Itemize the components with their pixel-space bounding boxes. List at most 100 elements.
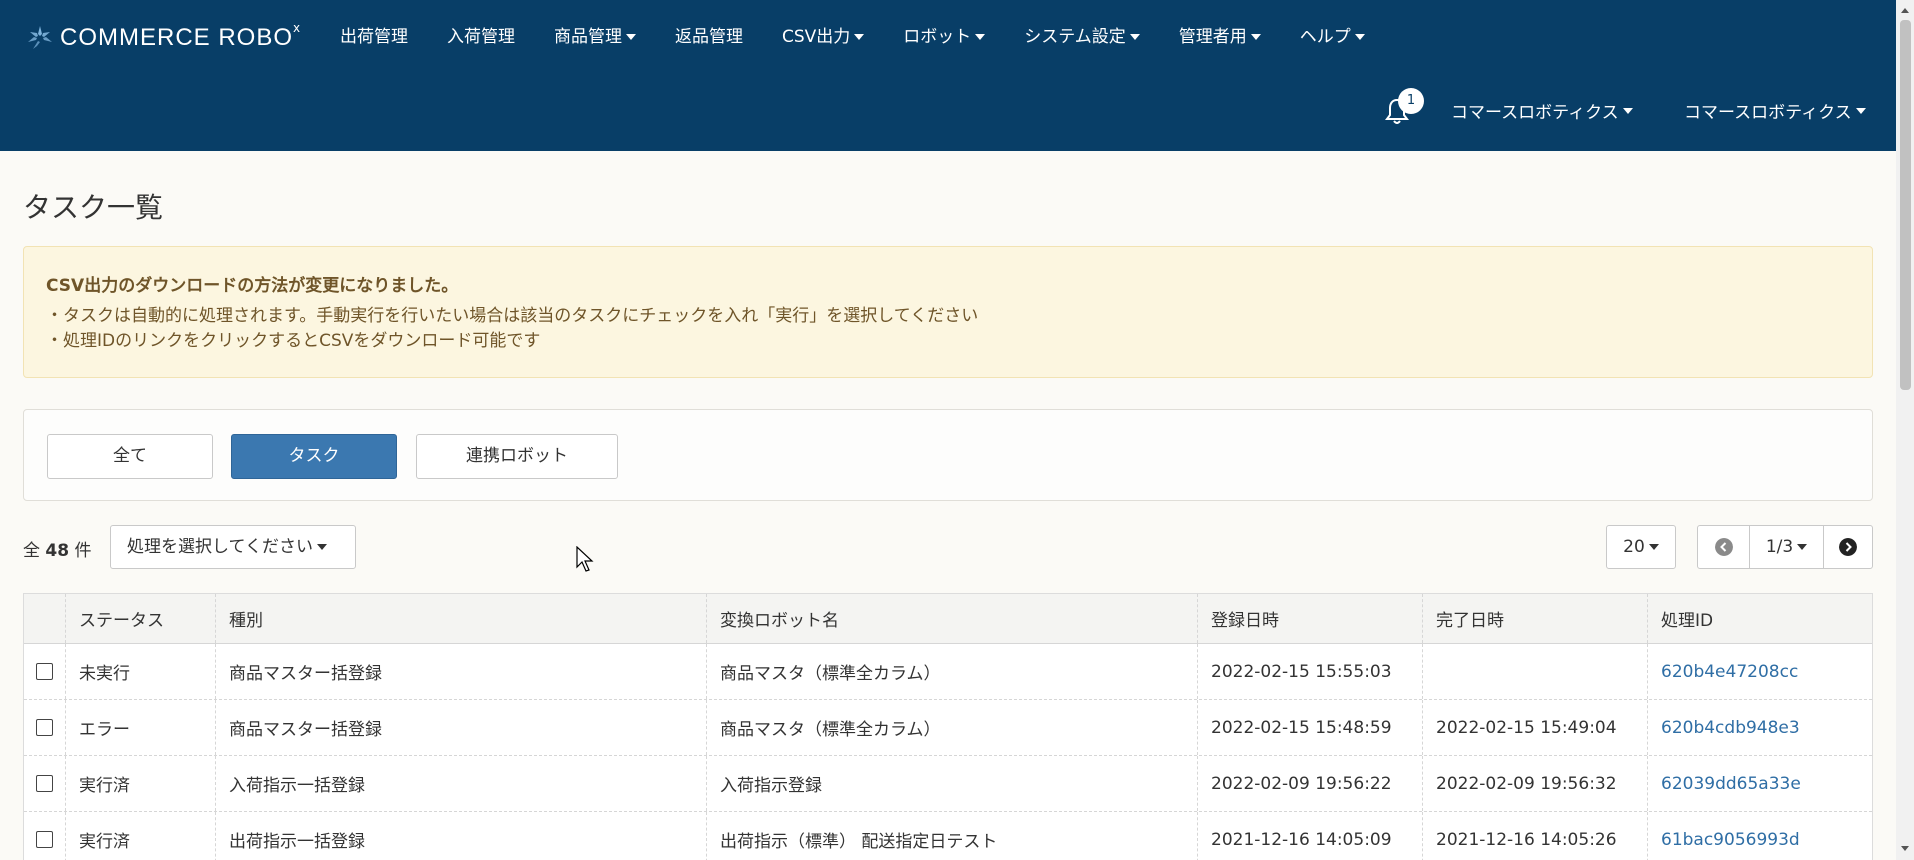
row-checkbox-cell [24,756,66,811]
header-registered-at[interactable]: 登録日時 [1198,594,1423,643]
row-checkbox[interactable] [36,663,53,680]
nav-help-label: ヘルプ [1299,27,1351,47]
count-prefix: 全 [23,541,40,561]
nav-robot-label: ロボット [903,27,972,47]
nav-admin[interactable]: 管理者用 [1179,22,1261,52]
status-cell: 実行済 [66,756,216,811]
nav-csv-export[interactable]: CSV出力 [782,22,865,52]
row-checkbox[interactable] [36,719,53,736]
user-menu-company[interactable]: コマースロボティクス [1451,98,1633,123]
table-row: 実行済 出荷指示一括登録 出荷指示（標準） 配送指定日テスト 2021-12-1… [24,812,1872,860]
caret-down-icon [1855,107,1866,114]
caret-down-icon [1797,544,1808,550]
header-process-id[interactable]: 処理ID [1648,594,1872,643]
pagination: 1/3 [1697,525,1873,569]
row-checkbox-cell [24,812,66,860]
nav-receiving[interactable]: 入荷管理 [447,22,515,52]
notice-alert: CSV出力のダウンロードの方法が変更になりました。 ・タスクは自動的に処理されま… [23,246,1873,378]
header-type[interactable]: 種別 [216,594,707,643]
completed-at-cell: 2022-02-15 15:49:04 [1423,700,1648,755]
caret-down-icon [1129,34,1140,40]
nav-robot[interactable]: ロボット [903,22,986,52]
caret-down-icon [1354,34,1365,40]
nav-system-settings-label: システム設定 [1024,27,1126,47]
page-scrollbar[interactable] [1896,0,1914,860]
notice-title: CSV出力のダウンロードの方法が変更になりました。 [46,276,459,296]
nav-returns[interactable]: 返品管理 [675,22,743,52]
nav-products-label: 商品管理 [554,27,622,47]
page-indicator: 1/3 [1765,537,1794,557]
process-id-cell: 62039dd65a33e [1648,756,1872,811]
type-cell: 商品マスター括登録 [216,700,707,755]
result-count: 全 48 件 [23,536,91,561]
filter-panel: 全て タスク 連携ロボット [23,409,1873,501]
caret-down-icon [1648,544,1659,550]
brand-logo[interactable]: COMMERCE ROBO x [26,20,300,56]
process-id-link[interactable]: 620b4cdb948e3 [1661,718,1800,738]
caret-down-icon [1622,107,1633,114]
caret-down-icon [316,544,327,550]
nav-receiving-label: 入荷管理 [447,27,515,47]
table-row: エラー 商品マスター括登録 商品マスタ（標準全カラム） 2022-02-15 1… [24,700,1872,756]
table-row: 実行済 入荷指示一括登録 入荷指示登録 2022-02-09 19:56:22 … [24,756,1872,812]
nav-help[interactable]: ヘルプ [1300,22,1365,52]
header-checkbox-cell [24,594,66,643]
process-id-cell: 620b4cdb948e3 [1648,700,1872,755]
robot-name-cell: 出荷指示（標準） 配送指定日テスト [707,812,1198,860]
action-select-label: 処理を選択してください [127,537,313,557]
scroll-down-icon[interactable] [1901,846,1909,851]
robot-name-cell: 商品マスタ（標準全カラム） [707,644,1198,699]
process-id-link[interactable]: 620b4e47208cc [1661,662,1798,682]
registered-at-cell: 2022-02-09 19:56:22 [1198,756,1423,811]
caret-down-icon [626,34,636,40]
caret-down-icon [975,34,986,40]
scroll-thumb[interactable] [1900,20,1911,390]
filter-all-button[interactable]: 全て [47,434,213,479]
table-row: 未実行 商品マスター括登録 商品マスタ（標準全カラム） 2022-02-15 1… [24,644,1872,700]
registered-at-cell: 2022-02-15 15:55:03 [1198,644,1423,699]
notice-line: ・タスクは自動的に処理されます。手動実行を行いたい場合は該当のタスクにチェックを… [46,306,979,326]
user-menu-account-label: コマースロボティクス [1684,103,1852,123]
completed-at-cell: 2022-02-09 19:56:32 [1423,756,1648,811]
per-page-value: 20 [1623,537,1645,557]
prev-page-button[interactable] [1698,526,1750,568]
status-cell: 未実行 [66,644,216,699]
chevron-right-icon [1839,538,1857,556]
per-page-select[interactable]: 20 [1606,525,1676,569]
header-completed-at[interactable]: 完了日時 [1423,594,1648,643]
page-select[interactable]: 1/3 [1750,526,1824,568]
scroll-up-icon[interactable] [1901,8,1909,13]
nav-returns-label: 返品管理 [675,27,743,47]
nav-system-settings[interactable]: システム設定 [1024,22,1140,52]
process-id-link[interactable]: 62039dd65a33e [1661,774,1801,794]
page-title: タスク一覧 [23,191,164,224]
brand-mark: x [293,21,301,35]
header-robot-name[interactable]: 変換ロボット名 [707,594,1198,643]
chevron-left-icon [1714,538,1733,556]
count-value: 48 [45,541,70,561]
task-table: ステータス 種別 変換ロボット名 登録日時 完了日時 処理ID 未実行 商品マス… [23,593,1873,860]
caret-down-icon [1250,34,1261,40]
nav-admin-label: 管理者用 [1178,27,1247,47]
status-cell: 実行済 [66,812,216,860]
type-cell: 入荷指示一括登録 [216,756,707,811]
top-navbar: COMMERCE ROBO x 出荷管理 入荷管理 商品管理 返品管理 CSV出… [0,0,1896,151]
row-checkbox-cell [24,700,66,755]
filter-linked-robot-button[interactable]: 連携ロボット [416,434,618,479]
row-checkbox-cell [24,644,66,699]
nav-shipping-label: 出荷管理 [340,27,408,47]
row-checkbox[interactable] [36,775,53,792]
nav-products[interactable]: 商品管理 [554,22,636,52]
header-status[interactable]: ステータス [66,594,216,643]
filter-task-button[interactable]: タスク [231,434,397,479]
table-header-row: ステータス 種別 変換ロボット名 登録日時 完了日時 処理ID [24,594,1872,644]
count-suffix: 件 [74,541,92,561]
next-page-button[interactable] [1824,526,1872,568]
main-nav: 出荷管理 入荷管理 商品管理 返品管理 CSV出力 ロボット システム設定 管理… [340,22,1404,52]
nav-shipping[interactable]: 出荷管理 [340,22,408,52]
user-menu-account[interactable]: コマースロボティクス [1684,98,1866,123]
process-id-link[interactable]: 61bac9056993d [1661,830,1800,850]
completed-at-cell [1423,644,1648,699]
action-select[interactable]: 処理を選択してください [110,525,356,569]
row-checkbox[interactable] [36,831,53,848]
